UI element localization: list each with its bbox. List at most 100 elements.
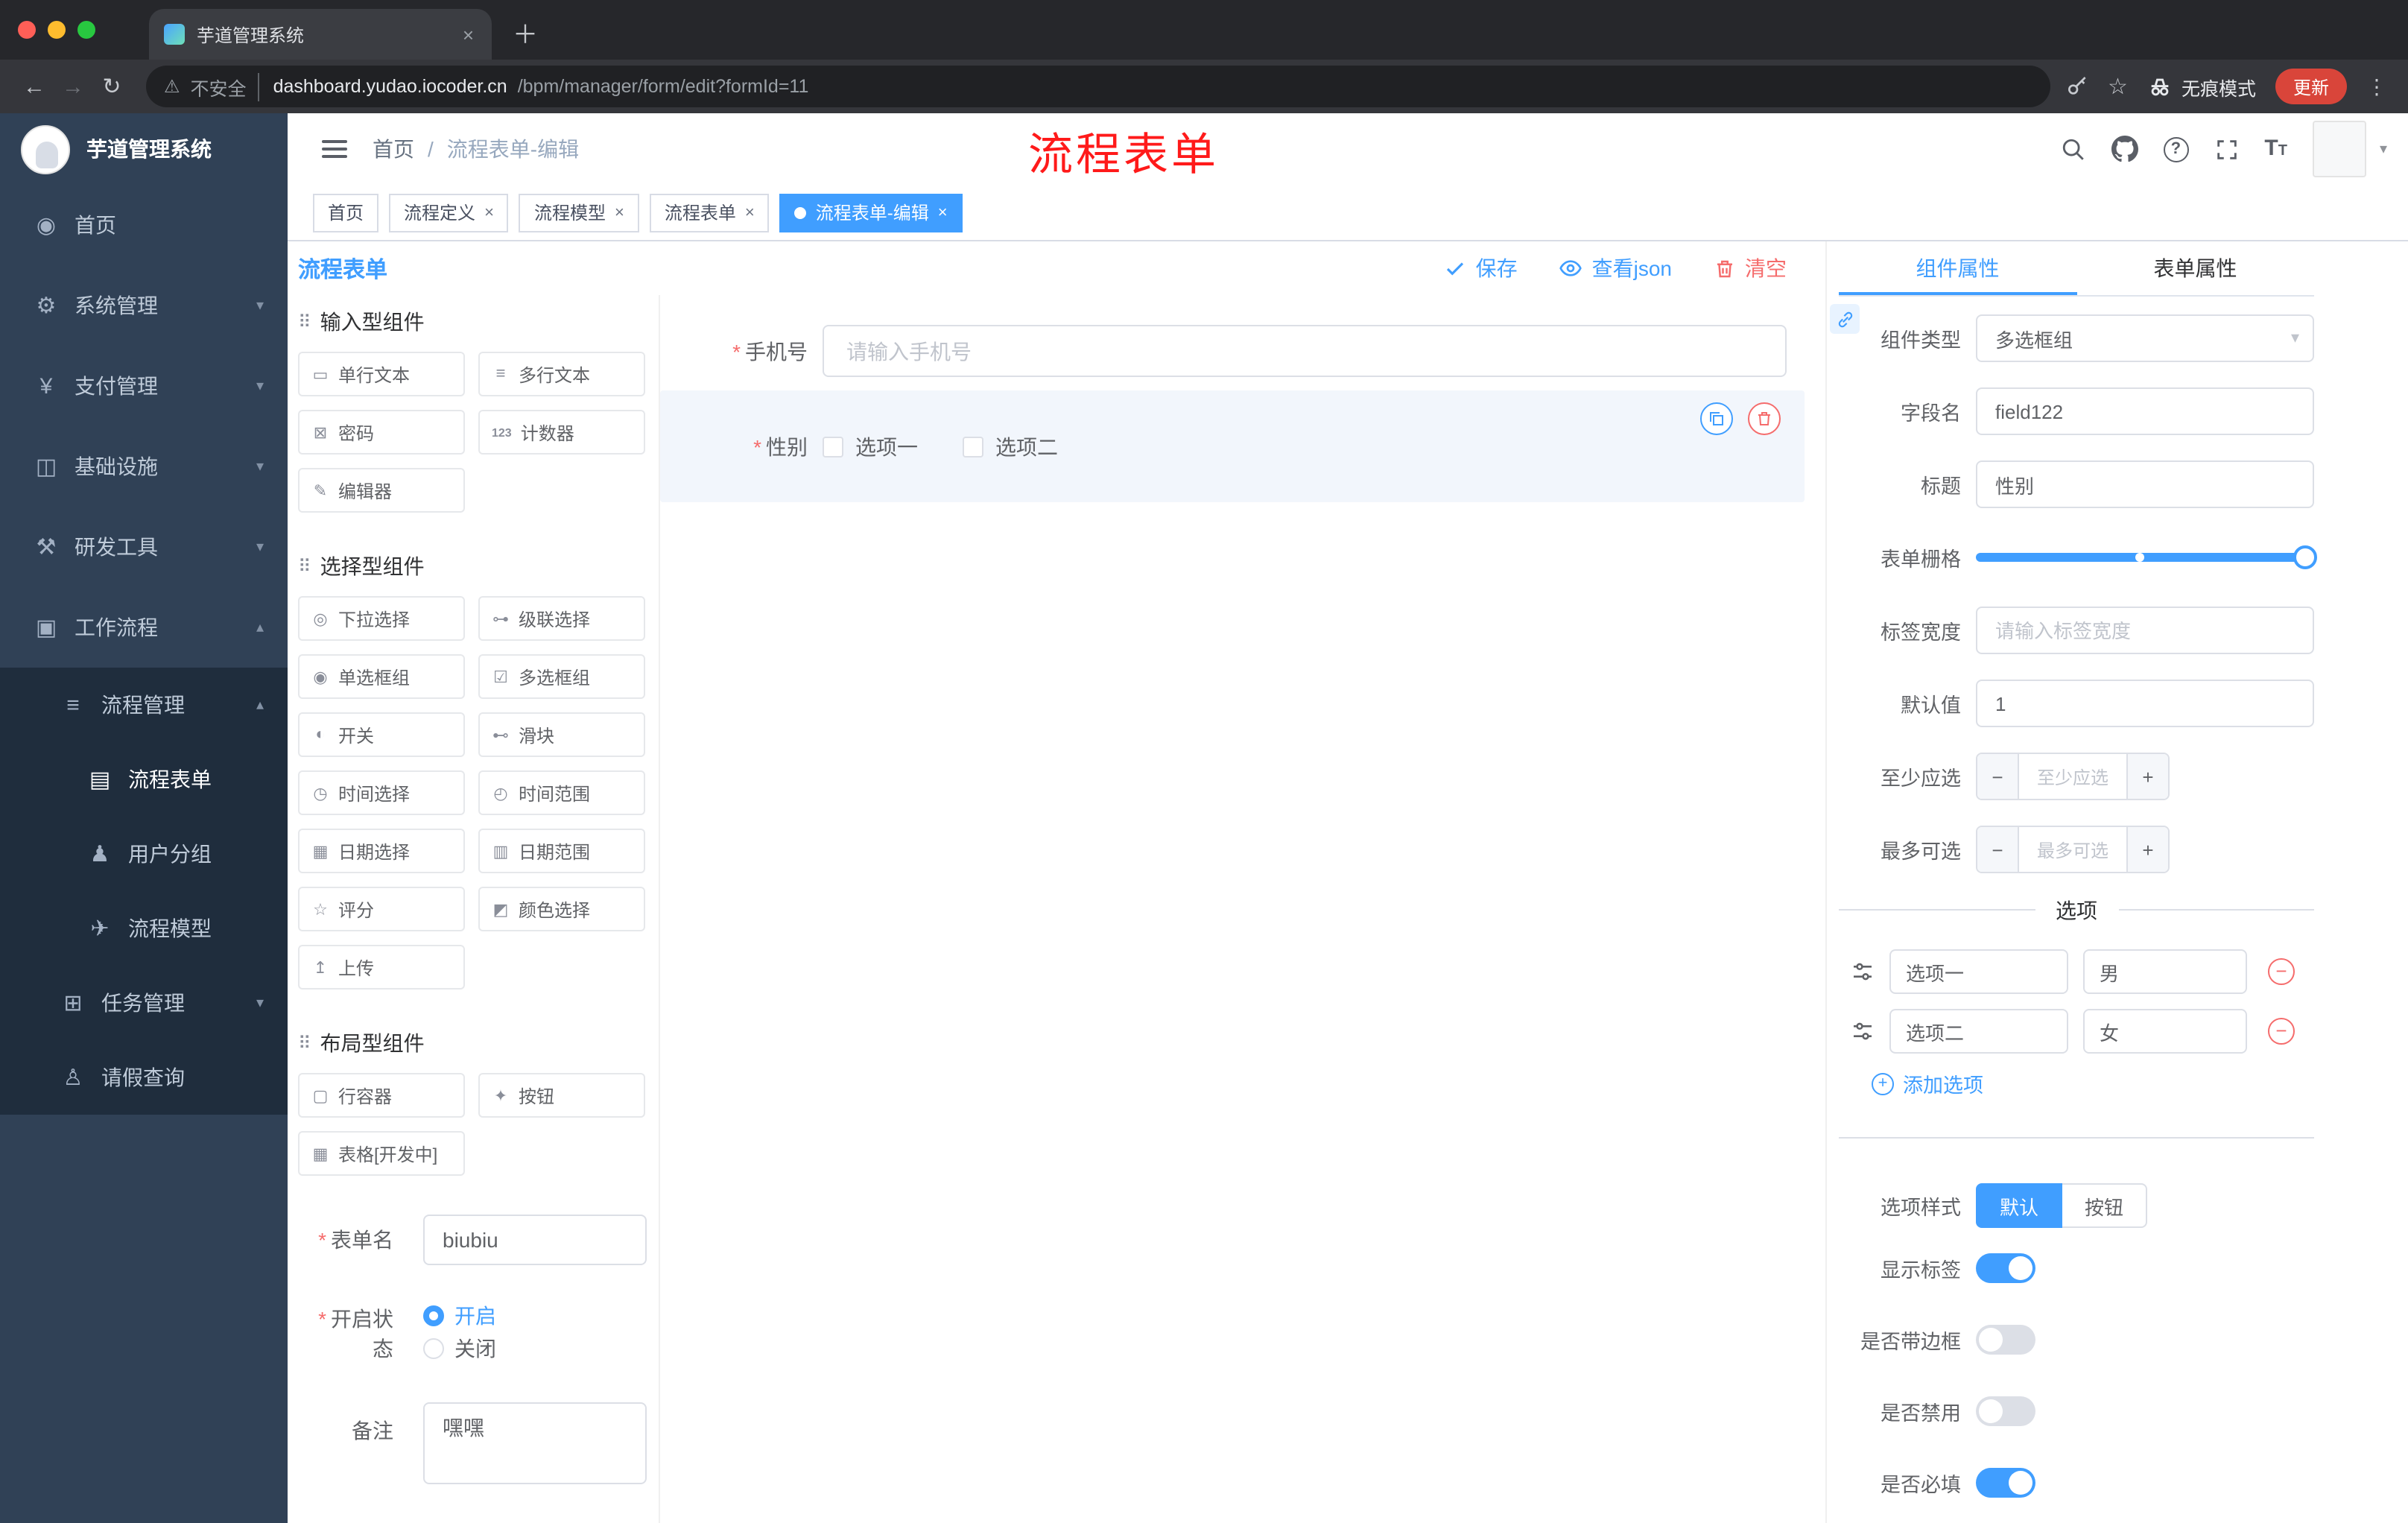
chrome-update-button[interactable]: 更新	[2275, 69, 2347, 104]
collapse-sidebar-icon[interactable]	[322, 140, 347, 158]
default-value-input[interactable]	[1976, 680, 2314, 727]
drag-handle-icon[interactable]	[1851, 1019, 1875, 1043]
remove-option-button[interactable]	[2268, 1018, 2295, 1045]
save-button[interactable]: 保存	[1445, 253, 1518, 283]
palette-item-slider[interactable]: ⊷ 滑块	[478, 712, 645, 757]
tab-close-icon[interactable]: ×	[460, 23, 477, 45]
palette-item-select[interactable]: ◎ 下拉选择	[298, 596, 465, 641]
link-field-button[interactable]	[1830, 304, 1860, 334]
tag-process-model[interactable]: 流程模型	[519, 193, 639, 232]
palette-item-cascader[interactable]: ⊶ 级联选择	[478, 596, 645, 641]
sidebar-item-user-group[interactable]: ♟ 用户分组	[0, 817, 288, 891]
status-radio-off[interactable]: 关闭	[423, 1334, 496, 1364]
close-window-button[interactable]	[18, 21, 36, 39]
palette-item-date-range[interactable]: ▥ 日期范围	[478, 829, 645, 873]
field-name-input[interactable]	[1976, 387, 2314, 435]
option-label-input[interactable]	[1889, 949, 2068, 994]
help-icon[interactable]	[2163, 136, 2189, 162]
phone-input[interactable]	[823, 325, 1787, 377]
minimize-window-button[interactable]	[48, 21, 66, 39]
component-type-select[interactable]: 多选框组	[1976, 314, 2314, 362]
sidebar-item-payment[interactable]: ¥ 支付管理	[0, 346, 288, 426]
sidebar-item-task-management[interactable]: ⊞ 任务管理	[0, 966, 288, 1040]
breadcrumb-home[interactable]: 首页	[373, 134, 414, 164]
reload-button[interactable]: ↻	[92, 73, 131, 100]
palette-item-table[interactable]: ▦ 表格[开发中]	[298, 1131, 465, 1176]
status-radio-on[interactable]: 开启	[423, 1301, 496, 1331]
palette-item-radio-group[interactable]: ◉ 单选框组	[298, 654, 465, 699]
min-select-value[interactable]: 至少应选	[2019, 754, 2126, 799]
palette-item-row-container[interactable]: ▢ 行容器	[298, 1073, 465, 1118]
view-json-button[interactable]: 查看json	[1559, 253, 1672, 283]
required-switch[interactable]	[1976, 1468, 2035, 1498]
sidebar-item-infrastructure[interactable]: ◫ 基础设施	[0, 426, 288, 507]
tag-close-icon[interactable]	[745, 203, 755, 221]
search-icon[interactable]	[2060, 136, 2085, 162]
tag-home[interactable]: 首页	[313, 193, 379, 232]
decrease-button[interactable]: −	[1977, 827, 2019, 872]
sidebar-item-system[interactable]: ⚙ 系统管理	[0, 265, 288, 346]
delete-component-button[interactable]	[1748, 402, 1781, 435]
palette-item-checkbox-group[interactable]: ☑ 多选框组	[478, 654, 645, 699]
browser-menu-icon[interactable]: ⋮	[2366, 74, 2387, 99]
decrease-button[interactable]: −	[1977, 754, 2019, 799]
palette-item-single-line-text[interactable]: ▭ 单行文本	[298, 352, 465, 396]
gender-field-block-selected[interactable]: 性别 选项一 选项二	[660, 390, 1805, 502]
style-default-button[interactable]: 默认	[1976, 1183, 2063, 1228]
palette-item-date-picker[interactable]: ▦ 日期选择	[298, 829, 465, 873]
increase-button[interactable]: +	[2126, 827, 2168, 872]
sidebar-item-devtools[interactable]: ⚒ 研发工具	[0, 507, 288, 587]
maximize-window-button[interactable]	[77, 21, 95, 39]
remove-option-button[interactable]	[2268, 958, 2295, 985]
user-avatar[interactable]	[2312, 121, 2366, 177]
tab-component-props[interactable]: 组件属性	[1839, 241, 2076, 295]
password-key-icon[interactable]	[2065, 75, 2088, 98]
sidebar-item-home[interactable]: ◉ 首页	[0, 185, 288, 265]
max-select-value[interactable]: 最多可选	[2019, 827, 2126, 872]
option-label-input[interactable]	[1889, 1009, 2068, 1054]
form-name-input[interactable]	[423, 1215, 647, 1265]
new-tab-button[interactable]: ＋	[513, 13, 538, 51]
option-value-input[interactable]	[2083, 1009, 2247, 1054]
tag-process-form[interactable]: 流程表单	[649, 193, 770, 232]
form-remark-textarea[interactable]: 嘿嘿	[423, 1402, 647, 1484]
palette-item-switch[interactable]: ◐ 开关	[298, 712, 465, 757]
slider-handle[interactable]	[2293, 545, 2317, 569]
sidebar-item-process-management[interactable]: ≡ 流程管理	[0, 668, 288, 742]
add-option-button[interactable]: 添加选项	[1872, 1068, 2314, 1098]
border-switch[interactable]	[1976, 1325, 2035, 1355]
grid-slider[interactable]	[1976, 533, 2317, 581]
sidebar-item-leave-query[interactable]: ♙ 请假查询	[0, 1040, 288, 1115]
increase-button[interactable]: +	[2126, 754, 2168, 799]
tag-close-icon[interactable]	[615, 203, 624, 221]
browser-tab[interactable]: 芋道管理系统 ×	[149, 9, 492, 60]
slider-track[interactable]	[1976, 553, 2314, 562]
address-bar[interactable]: ⚠ 不安全 dashboard.yudao.iocoder.cn/bpm/man…	[146, 66, 2050, 107]
copy-component-button[interactable]	[1700, 402, 1733, 435]
palette-item-color-picker[interactable]: ◩ 颜色选择	[478, 887, 645, 931]
gender-checkbox-option2[interactable]: 选项二	[963, 431, 1058, 461]
github-icon[interactable]	[2111, 136, 2138, 162]
tag-close-icon[interactable]	[484, 203, 494, 221]
palette-item-button[interactable]: ✦ 按钮	[478, 1073, 645, 1118]
font-size-icon[interactable]	[2264, 136, 2287, 162]
tag-process-form-edit[interactable]: 流程表单-编辑	[779, 193, 963, 232]
sidebar-item-process-model[interactable]: ✈ 流程模型	[0, 891, 288, 966]
palette-item-upload[interactable]: ↥ 上传	[298, 945, 465, 990]
gender-checkbox-option1[interactable]: 选项一	[823, 431, 918, 461]
option-value-input[interactable]	[2083, 949, 2247, 994]
palette-item-multi-line-text[interactable]: ≡ 多行文本	[478, 352, 645, 396]
back-button[interactable]: ←	[15, 74, 54, 99]
drag-handle-icon[interactable]	[1851, 960, 1875, 984]
clear-button[interactable]: 清空	[1714, 253, 1787, 283]
show-label-switch[interactable]	[1976, 1253, 2035, 1283]
label-width-input[interactable]	[1976, 607, 2314, 654]
palette-item-counter[interactable]: 123 计数器	[478, 410, 645, 455]
forward-button[interactable]: →	[54, 74, 92, 99]
bookmark-star-icon[interactable]: ☆	[2108, 73, 2128, 100]
tag-process-definition[interactable]: 流程定义	[389, 193, 509, 232]
palette-item-time-range[interactable]: ◴ 时间范围	[478, 770, 645, 815]
style-button-button[interactable]: 按钮	[2062, 1183, 2148, 1228]
palette-item-rate[interactable]: ☆ 评分	[298, 887, 465, 931]
sidebar-item-workflow[interactable]: ▣ 工作流程	[0, 587, 288, 668]
